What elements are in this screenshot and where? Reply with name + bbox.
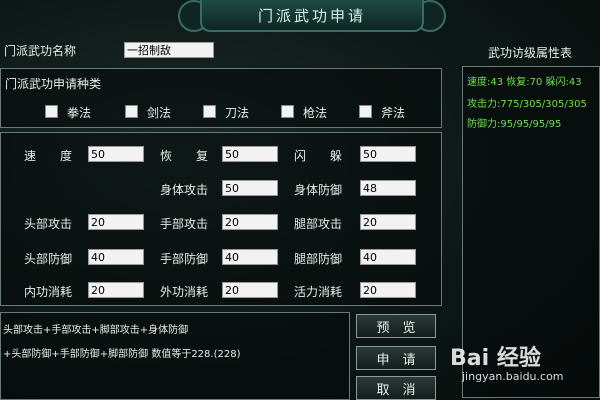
stat-inner-input[interactable]: 20 <box>88 282 144 298</box>
stat-leg-atk-input[interactable]: 20 <box>360 214 416 230</box>
watermark-url: jingyan.baidu.com <box>462 370 564 383</box>
attr-line-3: 防御力:95/95/95/95 <box>467 119 562 130</box>
stat-outer-input[interactable]: 20 <box>222 282 278 298</box>
stat-inner-label: 内功消耗 <box>24 285 73 299</box>
stat-dodge-label: 闪 躲 <box>294 149 343 163</box>
type-panel: 门派武功申请种类 拳法 剑法 刀法 枪法 斧法 <box>0 68 442 128</box>
option-jian: 剑法 <box>147 106 172 120</box>
attr-line-1: 速度:43 恢复:70 躲闪:43 <box>467 77 582 88</box>
stat-body-def-label: 身体防御 <box>294 183 343 197</box>
stat-body-atk-input[interactable]: 50 <box>222 180 278 196</box>
stat-hand-atk-input[interactable]: 20 <box>222 214 278 230</box>
stat-hand-def-label: 手部防御 <box>160 252 209 266</box>
stat-head-atk-input[interactable]: 20 <box>88 214 144 230</box>
stat-hand-atk-label: 手部攻击 <box>160 217 209 231</box>
window-title: 门派武功申请 <box>257 6 366 25</box>
attr-line-2: 攻击力:775/305/305/305 <box>467 99 587 110</box>
option-dao: 刀法 <box>225 106 250 120</box>
stat-body-def-input[interactable]: 48 <box>360 180 416 196</box>
formula-line-2: +头部防御+手部防御+脚部防御 数值等于228.(228) <box>3 349 241 360</box>
stat-leg-def-label: 腿部防御 <box>294 252 343 266</box>
stat-head-def-input[interactable]: 40 <box>88 249 144 265</box>
name-input[interactable]: 一招制敌 <box>124 42 214 58</box>
option-qiang: 枪法 <box>303 106 328 120</box>
stat-leg-atk-label: 腿部攻击 <box>294 217 343 231</box>
apply-button[interactable]: 申 请 <box>356 346 436 370</box>
stat-head-def-label: 头部防御 <box>24 252 73 266</box>
stat-hand-def-input[interactable]: 40 <box>222 249 278 265</box>
formula-panel: 头部攻击+手部攻击+脚部攻击+身体防御 +头部防御+手部防御+脚部防御 数值等于… <box>0 312 350 400</box>
option-quan: 拳法 <box>67 106 92 120</box>
stat-recover-label: 恢 复 <box>160 149 209 163</box>
attr-header: 武功访级属性表 <box>488 46 573 60</box>
stat-outer-label: 外功消耗 <box>160 285 209 299</box>
type-label: 门派武功申请种类 <box>5 77 102 91</box>
watermark-brand: Bai 经验 <box>450 346 541 371</box>
stat-leg-def-input[interactable]: 40 <box>360 249 416 265</box>
stat-vital-input[interactable]: 20 <box>360 282 416 298</box>
checkbox-quan[interactable] <box>45 105 58 118</box>
stat-head-atk-label: 头部攻击 <box>24 217 73 231</box>
checkbox-jian[interactable] <box>125 105 138 118</box>
stat-speed-label: 速 度 <box>24 149 73 163</box>
checkbox-qiang[interactable] <box>281 105 294 118</box>
stat-vital-label: 活力消耗 <box>294 285 343 299</box>
name-label: 门派武功名称 <box>4 44 77 58</box>
stat-speed-input[interactable]: 50 <box>88 146 144 162</box>
stat-recover-input[interactable]: 50 <box>222 146 278 162</box>
window-title-bar: 门派武功申请 <box>200 0 424 32</box>
formula-line-1: 头部攻击+手部攻击+脚部攻击+身体防御 <box>3 325 189 336</box>
cancel-button[interactable]: 取 消 <box>356 376 436 400</box>
checkbox-dao[interactable] <box>203 105 216 118</box>
option-fu: 斧法 <box>381 106 406 120</box>
stat-body-atk-label: 身体攻击 <box>160 183 209 197</box>
stat-dodge-input[interactable]: 50 <box>360 146 416 162</box>
checkbox-fu[interactable] <box>359 105 372 118</box>
preview-button[interactable]: 预 览 <box>356 314 436 338</box>
